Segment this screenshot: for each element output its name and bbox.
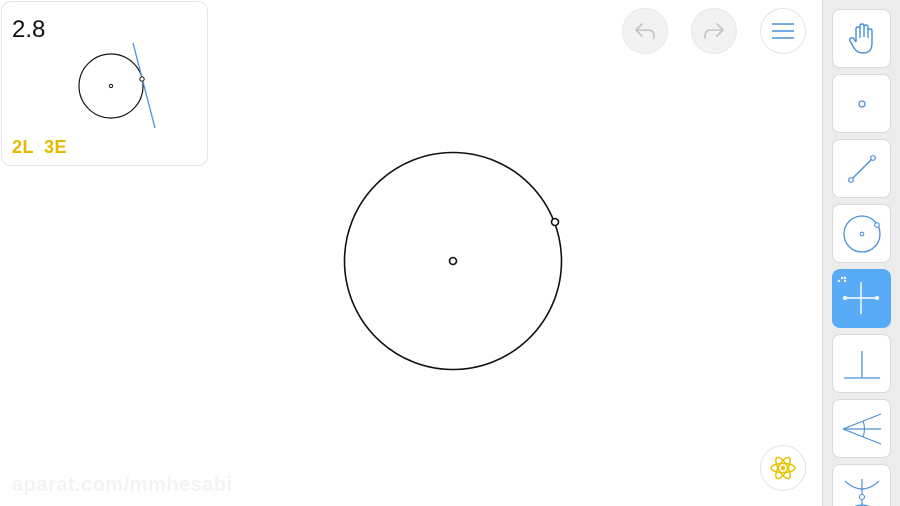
perpendicular-icon bbox=[843, 350, 880, 379]
undo-icon bbox=[635, 23, 655, 39]
line-icon bbox=[847, 154, 876, 183]
tool-line[interactable] bbox=[832, 139, 891, 198]
circle-point[interactable] bbox=[550, 217, 560, 227]
redo-button[interactable] bbox=[691, 8, 737, 54]
circle-icon bbox=[842, 214, 881, 253]
compass-icon bbox=[844, 478, 879, 506]
redo-icon bbox=[704, 23, 724, 39]
level-number: 2.8 bbox=[12, 16, 46, 43]
level-goal: 2L 3E bbox=[12, 138, 67, 156]
tool-hand[interactable] bbox=[832, 9, 891, 68]
tool-point[interactable] bbox=[832, 74, 891, 133]
hint-button[interactable] bbox=[760, 445, 806, 491]
goal-lines: 2L bbox=[12, 137, 35, 157]
goal-elements: 3E bbox=[44, 137, 68, 157]
undo-button[interactable] bbox=[622, 8, 668, 54]
tool-circle[interactable] bbox=[832, 204, 891, 263]
tool-angle-bisector[interactable] bbox=[832, 399, 891, 458]
tool-palette bbox=[822, 0, 900, 506]
menu-icon bbox=[772, 23, 794, 39]
hint-icon bbox=[770, 456, 796, 480]
level-card[interactable]: 2.8 2L 3E bbox=[1, 1, 208, 166]
preview-tangent-line bbox=[132, 42, 156, 129]
menu-button[interactable] bbox=[760, 8, 806, 54]
app-stage: 2.8 2L 3E aparat.com/mmhesabi bbox=[0, 0, 900, 506]
center-point[interactable] bbox=[448, 256, 458, 266]
angle-bisector-icon bbox=[842, 412, 881, 445]
preview-center bbox=[108, 83, 114, 89]
perpendicular-bisector-icon bbox=[837, 276, 879, 314]
watermark: aparat.com/mmhesabi bbox=[12, 474, 233, 496]
hand-icon bbox=[848, 22, 873, 54]
tool-perpendicular-bisector[interactable] bbox=[832, 269, 891, 328]
preview-tangent-point bbox=[139, 76, 145, 82]
point-icon bbox=[857, 99, 866, 108]
tool-intersect[interactable] bbox=[832, 464, 891, 506]
tool-perpendicular[interactable] bbox=[832, 334, 891, 393]
